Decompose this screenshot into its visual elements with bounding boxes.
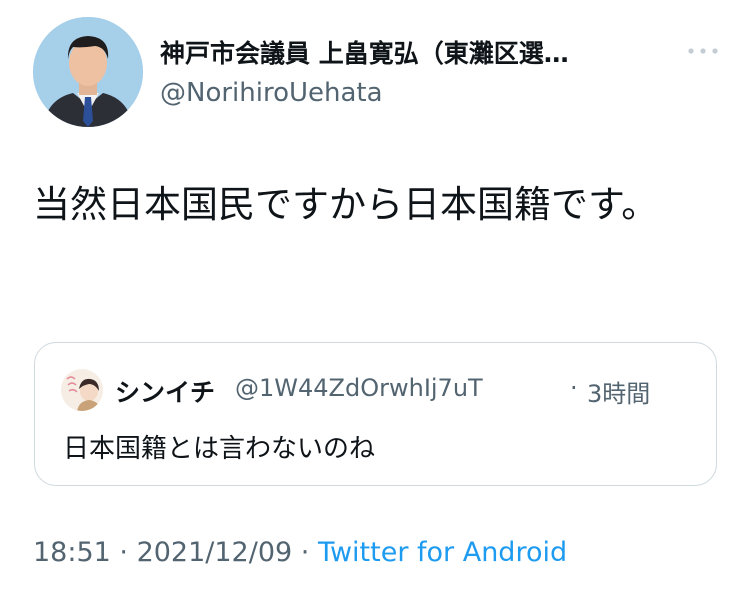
tweet-metadata: 18:51 · 2021/12/09 · Twitter for Android: [33, 537, 567, 568]
tweet-date[interactable]: 2021/12/09: [137, 537, 293, 568]
metadata-separator: ·: [292, 537, 318, 568]
quoted-tweet-time[interactable]: 3時間: [587, 374, 650, 409]
quoted-tweet-card[interactable]: シンイチ @1W44ZdOrwhIj7uT · 3時間 日本国籍とは言わないのね: [34, 342, 717, 486]
profile-photo-icon: [33, 17, 143, 127]
illustration-avatar-icon: [61, 369, 103, 411]
more-options-icon[interactable]: [683, 37, 723, 65]
quoted-author-handle[interactable]: @1W44ZdOrwhIj7uT: [235, 374, 483, 402]
author-handle[interactable]: @NorihiroUehata: [160, 78, 383, 108]
tweet-source-link[interactable]: Twitter for Android: [318, 537, 567, 568]
tweet-page: 神戸市会議員 上畠寛弘（東灘区選… @NorihiroUehata 当然日本国民…: [0, 0, 750, 597]
author-avatar[interactable]: [33, 17, 143, 127]
metadata-separator: ·: [110, 537, 137, 568]
quoted-meta-separator: ·: [570, 374, 578, 402]
tweet-text: 当然日本国民ですから日本国籍です。: [33, 183, 659, 226]
tweet-time[interactable]: 18:51: [33, 537, 111, 568]
author-display-name[interactable]: 神戸市会議員 上畠寛弘（東灘区選…: [160, 34, 660, 70]
quoted-author-avatar[interactable]: [61, 369, 103, 411]
quoted-tweet-text: 日本国籍とは言わないのね: [63, 434, 376, 464]
quoted-author-display-name[interactable]: シンイチ: [115, 373, 215, 409]
